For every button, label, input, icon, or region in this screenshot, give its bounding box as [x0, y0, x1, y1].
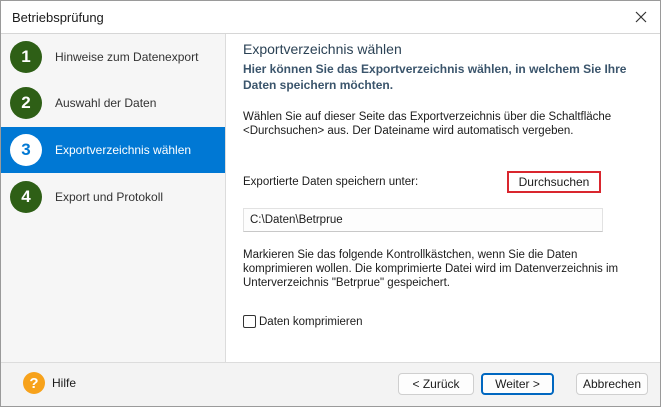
page-description: Wählen Sie auf dieser Seite das Exportve…: [243, 111, 612, 137]
step-1[interactable]: 1 Hinweise zum Datenexport: [1, 34, 225, 80]
help-button[interactable]: ? Hilfe: [23, 372, 76, 394]
steps-sidebar: 1 Hinweise zum Datenexport 2 Auswahl der…: [1, 34, 226, 362]
close-button[interactable]: [628, 5, 654, 29]
export-path-label: Exportierte Daten speichern unter:: [243, 176, 419, 188]
window-title: Betriebsprüfung: [12, 10, 104, 25]
step-label: Hinweise zum Datenexport: [55, 50, 199, 64]
step-number: 1: [10, 41, 42, 73]
page-title: Exportverzeichnis wählen: [243, 41, 402, 57]
step-3[interactable]: 3 Exportverzeichnis wählen: [1, 127, 225, 173]
step-number: 3: [10, 134, 42, 166]
export-path-input[interactable]: [243, 208, 603, 232]
compress-description: Markieren Sie das folgende Kontrollkästc…: [243, 249, 619, 289]
help-icon: ?: [23, 372, 45, 394]
cancel-button[interactable]: Abbrechen: [576, 373, 648, 395]
step-number: 4: [10, 181, 42, 213]
footer-bar: ? Hilfe < Zurück Weiter > Abbrechen: [1, 363, 660, 406]
step-2[interactable]: 2 Auswahl der Daten: [1, 80, 225, 126]
wizard-window: Betriebsprüfung 1 Hinweise zum Datenexpo…: [0, 0, 661, 407]
next-button[interactable]: Weiter >: [481, 373, 554, 395]
step-label: Exportverzeichnis wählen: [55, 143, 192, 157]
step-number: 2: [10, 87, 42, 119]
close-icon: [635, 11, 647, 23]
page-subtitle: Hier können Sie das Exportverzeichnis wä…: [243, 62, 627, 92]
help-label: Hilfe: [52, 376, 77, 390]
step-label: Auswahl der Daten: [55, 96, 157, 110]
step-label: Export und Protokoll: [55, 190, 164, 204]
compress-checkbox-label[interactable]: Daten komprimieren: [259, 316, 363, 328]
back-button[interactable]: < Zurück: [398, 373, 474, 395]
step-4[interactable]: 4 Export und Protokoll: [1, 174, 225, 220]
title-bar: Betriebsprüfung: [1, 1, 660, 33]
compress-checkbox-row[interactable]: Daten komprimieren: [243, 315, 363, 328]
compress-checkbox[interactable]: [243, 315, 256, 328]
browse-button[interactable]: Durchsuchen: [507, 171, 601, 193]
